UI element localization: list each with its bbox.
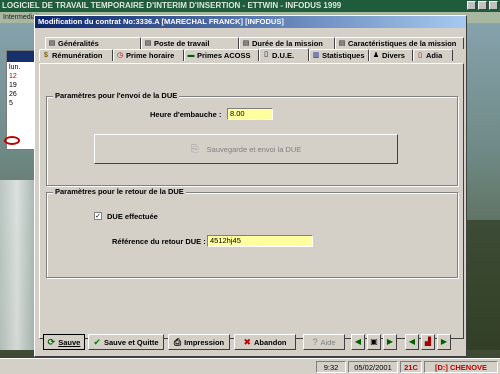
last-record-icon[interactable]: ▶ <box>437 334 451 350</box>
due-effectuee-checkbox[interactable]: ✓ <box>94 212 102 220</box>
record-list-icon[interactable]: ▣ <box>367 334 381 350</box>
money-icon: $ <box>44 51 48 59</box>
save-send-due-label: Sauvegarde et envoi la DUE <box>206 144 302 154</box>
save-send-due-button[interactable]: ⎘ Sauvegarde et envoi la DUE <box>94 134 398 164</box>
tab-adia[interactable]: ▯ Adia <box>413 49 453 61</box>
taskbar-time: 9:32 <box>316 361 346 373</box>
ref-retour-input[interactable]: 4512hj45 <box>207 235 313 247</box>
group-title: Paramètres pour l'envoi de la DUE <box>53 91 180 100</box>
abandon-button[interactable]: ✖ Abandon <box>234 334 296 350</box>
previous-record-icon[interactable]: ◀ <box>405 334 419 350</box>
maximize-icon[interactable] <box>478 1 487 10</box>
group-retour-due: Paramètres pour le retour de la DUE ✓ DU… <box>46 187 458 278</box>
background-window-controls[interactable] <box>467 1 498 10</box>
delete-icon[interactable]: ▟ <box>421 334 435 350</box>
tab-divers[interactable]: ♟ Divers <box>369 49 413 61</box>
tab-label: Caractéristiques de la mission <box>348 39 457 48</box>
tab-label: Prime horaire <box>126 51 175 60</box>
background-tower <box>0 180 34 350</box>
calendar-day[interactable]: 26 <box>9 90 35 99</box>
tab-caracteristiques[interactable]: ▤ Caractéristiques de la mission <box>335 37 464 49</box>
tab-label: Rémunération <box>52 51 103 60</box>
check-icon: ✔ <box>93 336 101 347</box>
cross-icon: ✖ <box>243 336 252 347</box>
tab-label: Généralités <box>58 39 99 48</box>
group-envoi-due: Paramètres pour l'envoi de la DUE Heure … <box>46 91 458 186</box>
people-icon: ♟ <box>372 51 380 59</box>
taskbar-location: [D:] CHENOVE <box>424 361 498 373</box>
tab-generalites[interactable]: ▤ Généralités <box>45 37 141 49</box>
book-icon: ▤ <box>48 39 56 47</box>
dialog-title: Modification du contrat No:3336.A [MAREC… <box>35 16 466 28</box>
calendar-day[interactable]: 19 <box>9 81 35 90</box>
abandon-label: Abandon <box>254 337 287 347</box>
navigation-bar: ◀ ▣ ▶ ◀ ▟ ▶ <box>351 334 463 350</box>
clock-icon: ◷ <box>116 51 124 59</box>
contract-dialog: Modification du contrat No:3336.A [MAREC… <box>34 15 467 357</box>
calendar-day[interactable]: 5 <box>9 99 35 108</box>
ref-retour-label: Référence du retour DUE : <box>112 237 206 246</box>
tab-prime-horaire[interactable]: ◷ Prime horaire <box>113 49 184 61</box>
background-app-title: LOGICIEL DE TRAVAIL TEMPORAIRE D'INTERIM… <box>0 0 500 12</box>
heure-embauche-label: Heure d'embauche : <box>150 110 222 119</box>
tab-label: Adia <box>426 51 443 60</box>
calendar-day-label: lun. <box>9 64 21 71</box>
chart-icon: ▥ <box>312 51 320 59</box>
tab-label: D.U.E. <box>272 50 295 60</box>
tab-panel-due: Paramètres pour l'envoi de la DUE Heure … <box>39 63 464 339</box>
print-button[interactable]: ⎙ Impression <box>168 334 230 350</box>
heure-embauche-input[interactable]: 8.00 <box>227 108 273 120</box>
taskbar-temp: 21C <box>400 361 422 373</box>
minimize-icon[interactable] <box>467 1 476 10</box>
tab-label: Primes ACOSS <box>197 51 251 60</box>
save-quit-button[interactable]: ✔ Sauve et Quitte <box>88 334 164 350</box>
taskbar-date: 05/02/2001 <box>348 361 398 373</box>
book-icon: ▤ <box>144 39 152 47</box>
book-icon: ▤ <box>338 39 346 47</box>
help-label: Aide <box>320 337 336 347</box>
doc-icon: ▯ <box>264 51 268 58</box>
help-button[interactable]: ? Aide <box>303 334 345 350</box>
due-effectuee-label: DUE effectuée <box>107 212 158 221</box>
book-icon: ▤ <box>242 39 250 47</box>
tab-remuneration[interactable]: $ Rémunération <box>39 49 113 61</box>
group-title: Paramètres pour le retour de la DUE <box>53 187 186 196</box>
save-label: Sauve <box>58 337 81 347</box>
tab-statistiques[interactable]: ▥ Statistiques <box>309 49 369 61</box>
save-button[interactable]: ⟳ Sauve <box>43 334 85 350</box>
save-quit-label: Sauve et Quitte <box>103 337 159 347</box>
calendar-header <box>7 51 37 62</box>
tab-label: Statistiques <box>322 51 365 60</box>
help-icon: ? <box>312 337 318 347</box>
close-icon[interactable] <box>489 1 498 10</box>
tab-label: Divers <box>382 51 405 60</box>
calendar-ring-icon <box>4 136 20 145</box>
send-icon: ⎘ <box>190 143 199 155</box>
bar-icon: ▬ <box>187 51 195 59</box>
tab-due[interactable]: ▯ D.U.E. <box>259 48 309 61</box>
tab-poste-de-travail[interactable]: ▤ Poste de travail <box>141 37 239 49</box>
next-icon[interactable]: ▶ <box>383 334 397 350</box>
print-label: Impression <box>184 337 225 347</box>
taskbar: 9:32 05/02/2001 21C [D:] CHENOVE <box>0 358 500 374</box>
doc-icon: ▯ <box>418 51 422 59</box>
tab-primes-acoss[interactable]: ▬ Primes ACOSS <box>184 49 259 61</box>
printer-icon: ⎙ <box>173 336 182 347</box>
refresh-icon: ⟳ <box>47 336 56 347</box>
tab-label: Poste de travail <box>154 39 210 48</box>
calendar-day[interactable]: 12 <box>9 72 35 81</box>
first-record-icon[interactable]: ◀ <box>351 334 365 350</box>
